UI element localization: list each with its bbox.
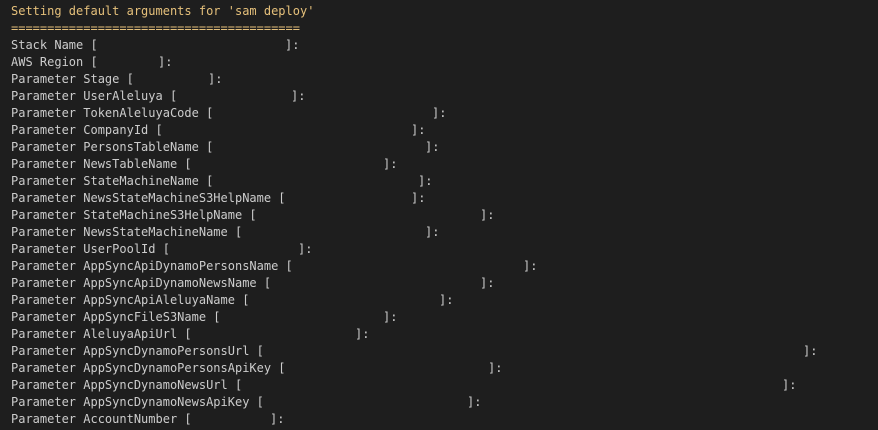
prompt-close: ]: xyxy=(355,327,370,341)
prompt-close: ]: xyxy=(291,89,306,103)
prompt-close: ]: xyxy=(411,123,426,137)
prompt-news-state-machine-s3-help-name[interactable]: Parameter NewsStateMachineS3HelpName []: xyxy=(11,190,871,207)
prompt-close: ]: xyxy=(411,191,426,205)
prompt-label: Parameter AppSyncDynamoPersonsUrl [ xyxy=(11,344,264,358)
prompt-label: Parameter NewsTableName [ xyxy=(11,157,192,171)
prompt-label: Parameter AccountNumber [ xyxy=(11,412,192,426)
prompt-aleluya-api-url[interactable]: Parameter AleluyaApiUrl []: xyxy=(11,326,871,343)
prompt-label: Parameter NewsStateMachineS3HelpName [ xyxy=(11,191,286,205)
prompt-appsync-dynamo-news-api-key[interactable]: Parameter AppSyncDynamoNewsApiKey []: xyxy=(11,394,871,411)
prompt-close: ]: xyxy=(803,344,818,358)
prompt-label: Parameter AppSyncDynamoNewsApiKey [ xyxy=(11,395,264,409)
prompt-label: Parameter CompanyId [ xyxy=(11,123,163,137)
prompt-appsync-file-s3-name[interactable]: Parameter AppSyncFileS3Name []: xyxy=(11,309,871,326)
prompt-label: Parameter AppSyncDynamoNewsUrl [ xyxy=(11,378,243,392)
prompt-user-aleluya[interactable]: Parameter UserAleluya []: xyxy=(11,88,871,105)
prompt-appsync-dynamo-persons-api-key[interactable]: Parameter AppSyncDynamoPersonsApiKey []: xyxy=(11,360,871,377)
prompt-close: ]: xyxy=(432,106,447,120)
prompt-label: Parameter StateMachineS3HelpName [ xyxy=(11,208,257,222)
prompt-label: Stack Name [ xyxy=(11,38,98,52)
prompt-close: ]: xyxy=(425,140,440,154)
prompt-stage[interactable]: Parameter Stage []: xyxy=(11,71,871,88)
prompt-close: ]: xyxy=(383,310,398,324)
terminal-separator: ========================================… xyxy=(11,21,300,35)
prompt-label: AWS Region [ xyxy=(11,55,98,69)
prompt-close: ]: xyxy=(480,208,495,222)
prompt-label: Parameter UserAleluya [ xyxy=(11,89,178,103)
prompt-label: Parameter Stage [ xyxy=(11,72,134,86)
prompt-close: ]: xyxy=(467,395,482,409)
prompt-account-number[interactable]: Parameter AccountNumber []: xyxy=(11,411,871,428)
prompt-label: Parameter AppSyncApiDynamoNewsName [ xyxy=(11,276,272,290)
prompt-label: Parameter AppSyncFileS3Name [ xyxy=(11,310,221,324)
prompt-persons-table-name[interactable]: Parameter PersonsTableName []: xyxy=(11,139,871,156)
prompt-appsync-api-aleluya-name[interactable]: Parameter AppSyncApiAleluyaName []: xyxy=(11,292,871,309)
prompt-label: Parameter AppSyncApiDynamoPersonsName [ xyxy=(11,259,293,273)
prompt-appsync-dynamo-news-url[interactable]: Parameter AppSyncDynamoNewsUrl []: xyxy=(11,377,871,394)
prompt-close: ]: xyxy=(782,378,797,392)
terminal-header: Setting default arguments for 'sam deplo… xyxy=(11,4,315,18)
prompt-close: ]: xyxy=(285,38,300,52)
prompt-label: Parameter AppSyncApiAleluyaName [ xyxy=(11,293,250,307)
prompt-appsync-api-dynamo-news-name[interactable]: Parameter AppSyncApiDynamoNewsName []: xyxy=(11,275,871,292)
prompt-close: ]: xyxy=(158,55,173,69)
terminal-output: Setting default arguments for 'sam deplo… xyxy=(11,3,871,428)
prompt-user-pool-id[interactable]: Parameter UserPoolId []: xyxy=(11,241,871,258)
prompt-close: ]: xyxy=(480,276,495,290)
prompt-close: ]: xyxy=(523,259,538,273)
prompt-label: Parameter AppSyncDynamoPersonsApiKey [ xyxy=(11,361,286,375)
prompt-news-state-machine-name[interactable]: Parameter NewsStateMachineName []: xyxy=(11,224,871,241)
prompt-label: Parameter NewsStateMachineName [ xyxy=(11,225,243,239)
prompt-close: ]: xyxy=(418,174,433,188)
prompt-label: Parameter PersonsTableName [ xyxy=(11,140,214,154)
prompt-close: ]: xyxy=(270,412,285,426)
prompt-close: ]: xyxy=(208,72,223,86)
prompt-close: ]: xyxy=(298,242,313,256)
prompt-news-table-name[interactable]: Parameter NewsTableName []: xyxy=(11,156,871,173)
prompt-label: Parameter TokenAleluyaCode [ xyxy=(11,106,214,120)
prompt-aws-region[interactable]: AWS Region []: xyxy=(11,54,871,71)
prompt-close: ]: xyxy=(383,157,398,171)
prompt-label: Parameter AleluyaApiUrl [ xyxy=(11,327,192,341)
prompt-stack-name[interactable]: Stack Name []: xyxy=(11,37,871,54)
prompt-close: ]: xyxy=(488,361,503,375)
prompt-state-machine-name[interactable]: Parameter StateMachineName []: xyxy=(11,173,871,190)
prompt-close: ]: xyxy=(425,225,440,239)
prompt-state-machine-s3-help-name[interactable]: Parameter StateMachineS3HelpName []: xyxy=(11,207,871,224)
prompt-appsync-dynamo-persons-url[interactable]: Parameter AppSyncDynamoPersonsUrl []: xyxy=(11,343,871,360)
prompt-company-id[interactable]: Parameter CompanyId []: xyxy=(11,122,871,139)
prompt-label: Parameter UserPoolId [ xyxy=(11,242,170,256)
prompt-close: ]: xyxy=(439,293,454,307)
prompt-token-aleluya-code[interactable]: Parameter TokenAleluyaCode []: xyxy=(11,105,871,122)
prompt-label: Parameter StateMachineName [ xyxy=(11,174,214,188)
prompt-appsync-api-dynamo-persons-name[interactable]: Parameter AppSyncApiDynamoPersonsName []… xyxy=(11,258,871,275)
